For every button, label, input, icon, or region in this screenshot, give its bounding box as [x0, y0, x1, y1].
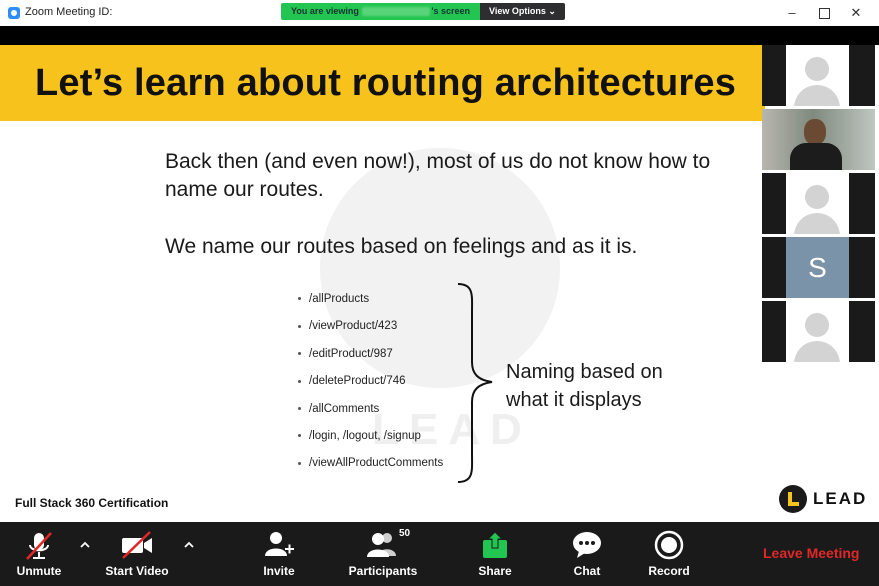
participant-video	[804, 119, 826, 145]
participant-tile[interactable]	[762, 301, 875, 362]
list-item: /editProduct/987	[298, 341, 443, 368]
lead-logo-text: LEAD	[813, 489, 868, 508]
chevron-up-icon[interactable]	[184, 540, 194, 550]
record-icon	[654, 530, 684, 560]
slide-footer: Full Stack 360 Certification	[15, 496, 169, 510]
presenter-name-redacted	[362, 7, 431, 17]
participant-count-badge: 50	[399, 528, 411, 539]
meeting-toolbar: Unmute Start Video Invite Participants S…	[0, 522, 879, 586]
lead-logo: LEAD	[779, 485, 867, 513]
microphone-muted-icon	[26, 532, 52, 560]
list-item: /allComments	[298, 396, 443, 423]
add-person-icon	[265, 532, 294, 556]
participants-icon	[367, 533, 396, 557]
bullet-icon	[298, 297, 301, 301]
brace-label: Naming based on what it displays	[506, 361, 663, 411]
bullet-icon	[298, 407, 301, 411]
window-title: Zoom Meeting ID:	[25, 6, 113, 18]
leave-meeting-button[interactable]: Leave Meeting	[763, 545, 859, 561]
share-label: Share	[478, 564, 512, 578]
video-camera-off-icon	[122, 531, 152, 559]
route-list: /allProducts /viewProduct/423 /editProdu…	[298, 286, 443, 478]
participant-tile[interactable]	[762, 173, 875, 234]
unmute-label: Unmute	[16, 564, 62, 578]
screen-share-banner: You are viewing 's screen View Options ⌄	[281, 3, 565, 20]
maximize-button[interactable]	[810, 3, 838, 23]
bullet-icon	[298, 434, 301, 438]
zoom-logo-icon	[8, 7, 20, 19]
bullet-icon	[298, 379, 301, 383]
curly-brace-icon	[457, 283, 493, 483]
invite-label: Invite	[263, 564, 295, 578]
share-screen-button[interactable]: Share	[466, 522, 524, 586]
participant-tile-initial[interactable]: S	[762, 237, 875, 298]
slide-title: Let’s learn about routing architectures	[35, 62, 737, 104]
unmute-button[interactable]: Unmute	[6, 522, 72, 586]
minimize-button[interactable]: –	[778, 3, 806, 23]
participant-tile-video[interactable]	[762, 109, 875, 170]
close-button[interactable]: ✕	[842, 3, 870, 23]
share-screen-icon	[483, 531, 507, 558]
bullet-icon	[298, 461, 301, 465]
avatar-icon	[805, 185, 829, 209]
participant-initial: S	[808, 252, 827, 283]
participants-button[interactable]: Participants	[340, 522, 426, 586]
chat-label: Chat	[573, 564, 601, 578]
shared-screen-top-strip	[0, 26, 879, 45]
chevron-up-icon[interactable]	[80, 540, 90, 550]
chat-button[interactable]: Chat	[558, 522, 616, 586]
list-item: /login, /logout, /signup	[298, 423, 443, 450]
avatar-icon	[805, 57, 829, 81]
start-video-button[interactable]: Start Video	[100, 522, 174, 586]
slide-paragraph-2: We name our routes based on feelings and…	[165, 235, 638, 258]
participant-gallery: S	[762, 45, 879, 365]
bullet-icon	[298, 324, 301, 328]
view-options-button[interactable]: View Options ⌄	[480, 3, 565, 20]
list-item: /deleteProduct/746	[298, 368, 443, 395]
participants-label: Participants	[348, 564, 418, 578]
bullet-icon	[298, 352, 301, 356]
start-video-label: Start Video	[105, 564, 169, 578]
list-item: /allProducts	[298, 286, 443, 313]
record-label: Record	[648, 564, 690, 578]
participant-tile[interactable]	[762, 45, 875, 106]
list-item: /viewAllProductComments	[298, 450, 443, 477]
slide-paragraph-1: Back then (and even now!), most of us do…	[165, 150, 711, 201]
viewing-prefix: You are viewing	[291, 6, 359, 16]
lead-logo-icon	[779, 485, 807, 513]
avatar-icon	[805, 313, 829, 337]
list-item: /viewProduct/423	[298, 313, 443, 340]
chat-bubble-icon	[573, 532, 601, 558]
viewing-suffix: 's screen	[431, 6, 471, 16]
viewing-indicator: You are viewing 's screen	[281, 3, 481, 20]
invite-button[interactable]: Invite	[250, 522, 308, 586]
record-button[interactable]: Record	[638, 522, 700, 586]
